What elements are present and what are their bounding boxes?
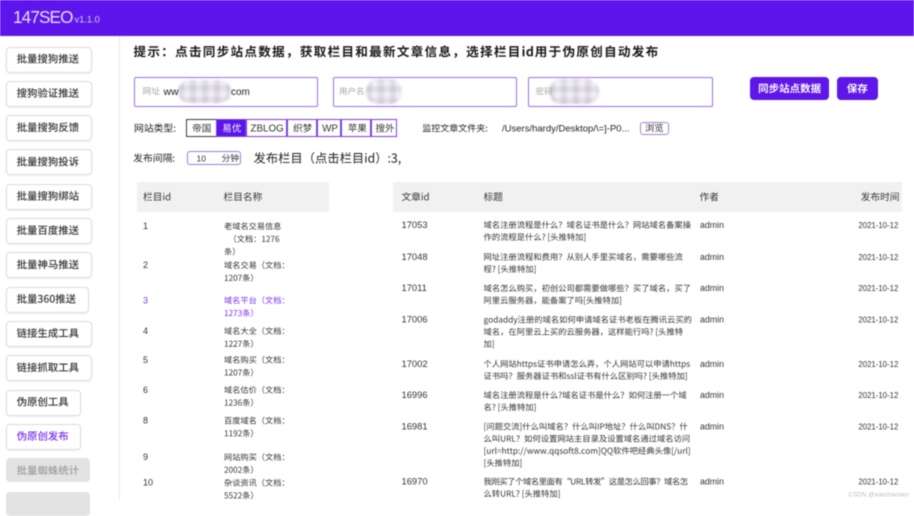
svg-text:2021-10-12: 2021-10-12 [858, 423, 898, 432]
svg-text:2021-10-12: 2021-10-12 [858, 478, 898, 487]
svg-text:v1.1.0: v1.1.0 [75, 15, 100, 25]
svg-text:com: com [231, 87, 250, 98]
svg-text:admin: admin [700, 422, 724, 432]
svg-text:5: 5 [143, 355, 148, 365]
svg-text:10: 10 [143, 478, 153, 488]
svg-text:8: 8 [143, 416, 148, 426]
svg-text:2021-10-12: 2021-10-12 [858, 316, 898, 325]
svg-text:16996: 16996 [402, 389, 428, 400]
svg-text:6: 6 [143, 385, 148, 395]
svg-text:2021-10-12: 2021-10-12 [858, 253, 898, 262]
svg-text:147SEO: 147SEO [13, 7, 73, 27]
svg-text:2021-10-12: 2021-10-12 [858, 360, 898, 369]
svg-text:/Users/hardy/Desktop/\=]-P0...: /Users/hardy/Desktop/\=]-P0... [502, 124, 630, 135]
svg-text:admin: admin [700, 252, 724, 262]
svg-text:1: 1 [143, 221, 148, 231]
svg-text:10: 10 [197, 153, 207, 163]
svg-text:admin: admin [700, 283, 724, 293]
svg-text:16981: 16981 [402, 421, 428, 432]
svg-text:17048: 17048 [402, 251, 428, 262]
svg-text:admin: admin [700, 390, 724, 400]
svg-text:admin: admin [700, 359, 724, 369]
svg-text:WP: WP [322, 123, 338, 134]
svg-text:16970: 16970 [402, 476, 428, 487]
svg-text:4: 4 [143, 326, 148, 336]
svg-text:17002: 17002 [402, 358, 428, 369]
svg-text:3: 3 [143, 295, 148, 305]
svg-text:2021-10-12: 2021-10-12 [858, 284, 898, 293]
svg-text:ZBLOG: ZBLOG [250, 123, 283, 134]
svg-text:admin: admin [700, 477, 724, 487]
svg-text:17011: 17011 [402, 282, 427, 293]
svg-text:CSDN @xiaomaoseo: CSDN @xiaomaoseo [849, 491, 909, 498]
svg-text:17006: 17006 [402, 314, 428, 325]
svg-text:admin: admin [700, 315, 724, 325]
svg-text:2021-10-12: 2021-10-12 [858, 221, 898, 230]
svg-text:ww: ww [163, 87, 180, 98]
svg-text:2: 2 [143, 260, 148, 270]
svg-text:17053: 17053 [402, 219, 428, 230]
svg-text:2021-10-12: 2021-10-12 [858, 391, 898, 400]
svg-text:admin: admin [700, 220, 724, 230]
svg-text:9: 9 [143, 452, 148, 462]
